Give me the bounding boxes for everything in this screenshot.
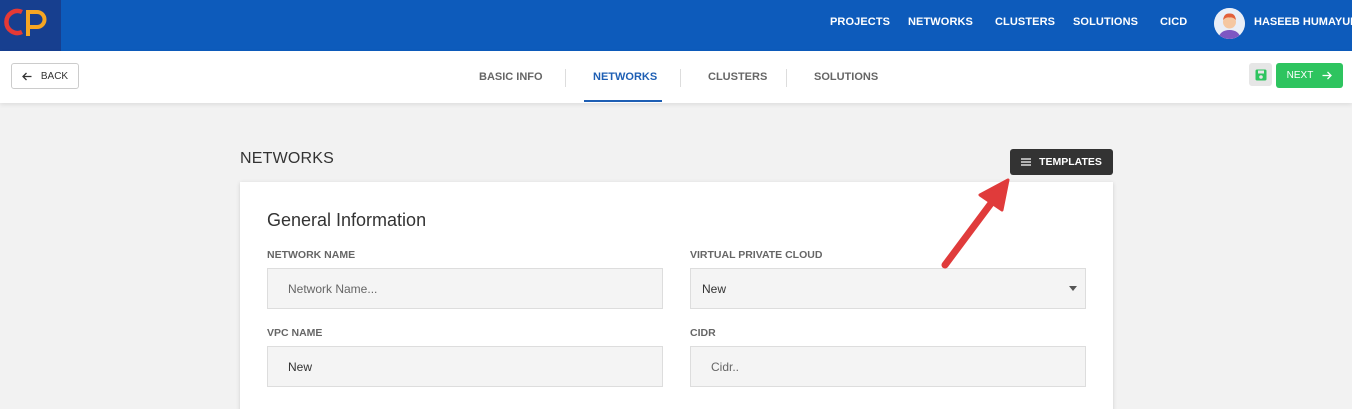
floppy-disk-icon xyxy=(1255,69,1266,80)
templates-button[interactable]: TEMPLATES xyxy=(1010,149,1113,175)
card-title: General Information xyxy=(267,210,427,230)
tab-divider xyxy=(786,69,787,87)
save-button[interactable] xyxy=(1249,63,1272,86)
cidr-input[interactable]: Cidr.. xyxy=(690,346,1086,387)
cidr-label: CIDR xyxy=(690,327,716,339)
templates-button-label: TEMPLATES xyxy=(1039,156,1102,168)
network-name-label: NETWORK NAME xyxy=(267,249,356,261)
tab-networks[interactable]: NETWORKS xyxy=(593,71,657,83)
vpc-name-label: VPC NAME xyxy=(267,327,323,339)
back-button[interactable]: BACK xyxy=(11,63,79,89)
user-name[interactable]: HASEEB HUMAYUN xyxy=(1254,16,1352,28)
topnav-networks[interactable]: NETWORKS xyxy=(908,16,973,28)
vpc-select-value: New xyxy=(702,281,727,296)
arrow-left-icon xyxy=(21,72,32,80)
topnav-projects[interactable]: PROJECTS xyxy=(830,16,890,28)
tab-clusters[interactable]: CLUSTERS xyxy=(708,71,767,83)
topnav-clusters[interactable]: CLUSTERS xyxy=(995,16,1055,28)
topnav-cicd[interactable]: CICD xyxy=(1160,16,1187,28)
tab-divider xyxy=(565,69,566,87)
top-navbar: PROJECTS NETWORKS CLUSTERS SOLUTIONS CIC… xyxy=(0,0,1352,51)
network-name-input[interactable]: Network Name... xyxy=(267,268,663,309)
vpc-select[interactable]: New xyxy=(690,268,1086,309)
next-button[interactable]: NEXT xyxy=(1276,63,1343,88)
annotation-arrow-icon xyxy=(941,178,1010,269)
wizard-header: BACK BASIC INFO NETWORKS CLUSTERS SOLUTI… xyxy=(0,51,1352,103)
tab-basic-info[interactable]: BASIC INFO xyxy=(479,71,543,83)
caret-down-icon xyxy=(1069,286,1077,291)
back-button-label: BACK xyxy=(40,70,69,82)
avatar[interactable] xyxy=(1214,8,1245,39)
vpc-name-input[interactable]: New xyxy=(267,346,663,387)
user-avatar-icon xyxy=(1214,8,1245,39)
topnav-solutions[interactable]: SOLUTIONS xyxy=(1073,16,1138,28)
menu-icon xyxy=(1021,158,1032,166)
app-logo[interactable] xyxy=(0,0,61,51)
vpc-label: VIRTUAL PRIVATE CLOUD xyxy=(690,249,823,261)
arrow-right-icon xyxy=(1322,71,1333,80)
tab-solutions[interactable]: SOLUTIONS xyxy=(814,71,878,83)
logo-icon xyxy=(4,8,47,36)
next-button-label: NEXT xyxy=(1286,70,1314,81)
active-tab-indicator xyxy=(584,100,662,102)
tab-divider xyxy=(680,69,681,87)
page-title: NETWORKS xyxy=(240,150,335,167)
